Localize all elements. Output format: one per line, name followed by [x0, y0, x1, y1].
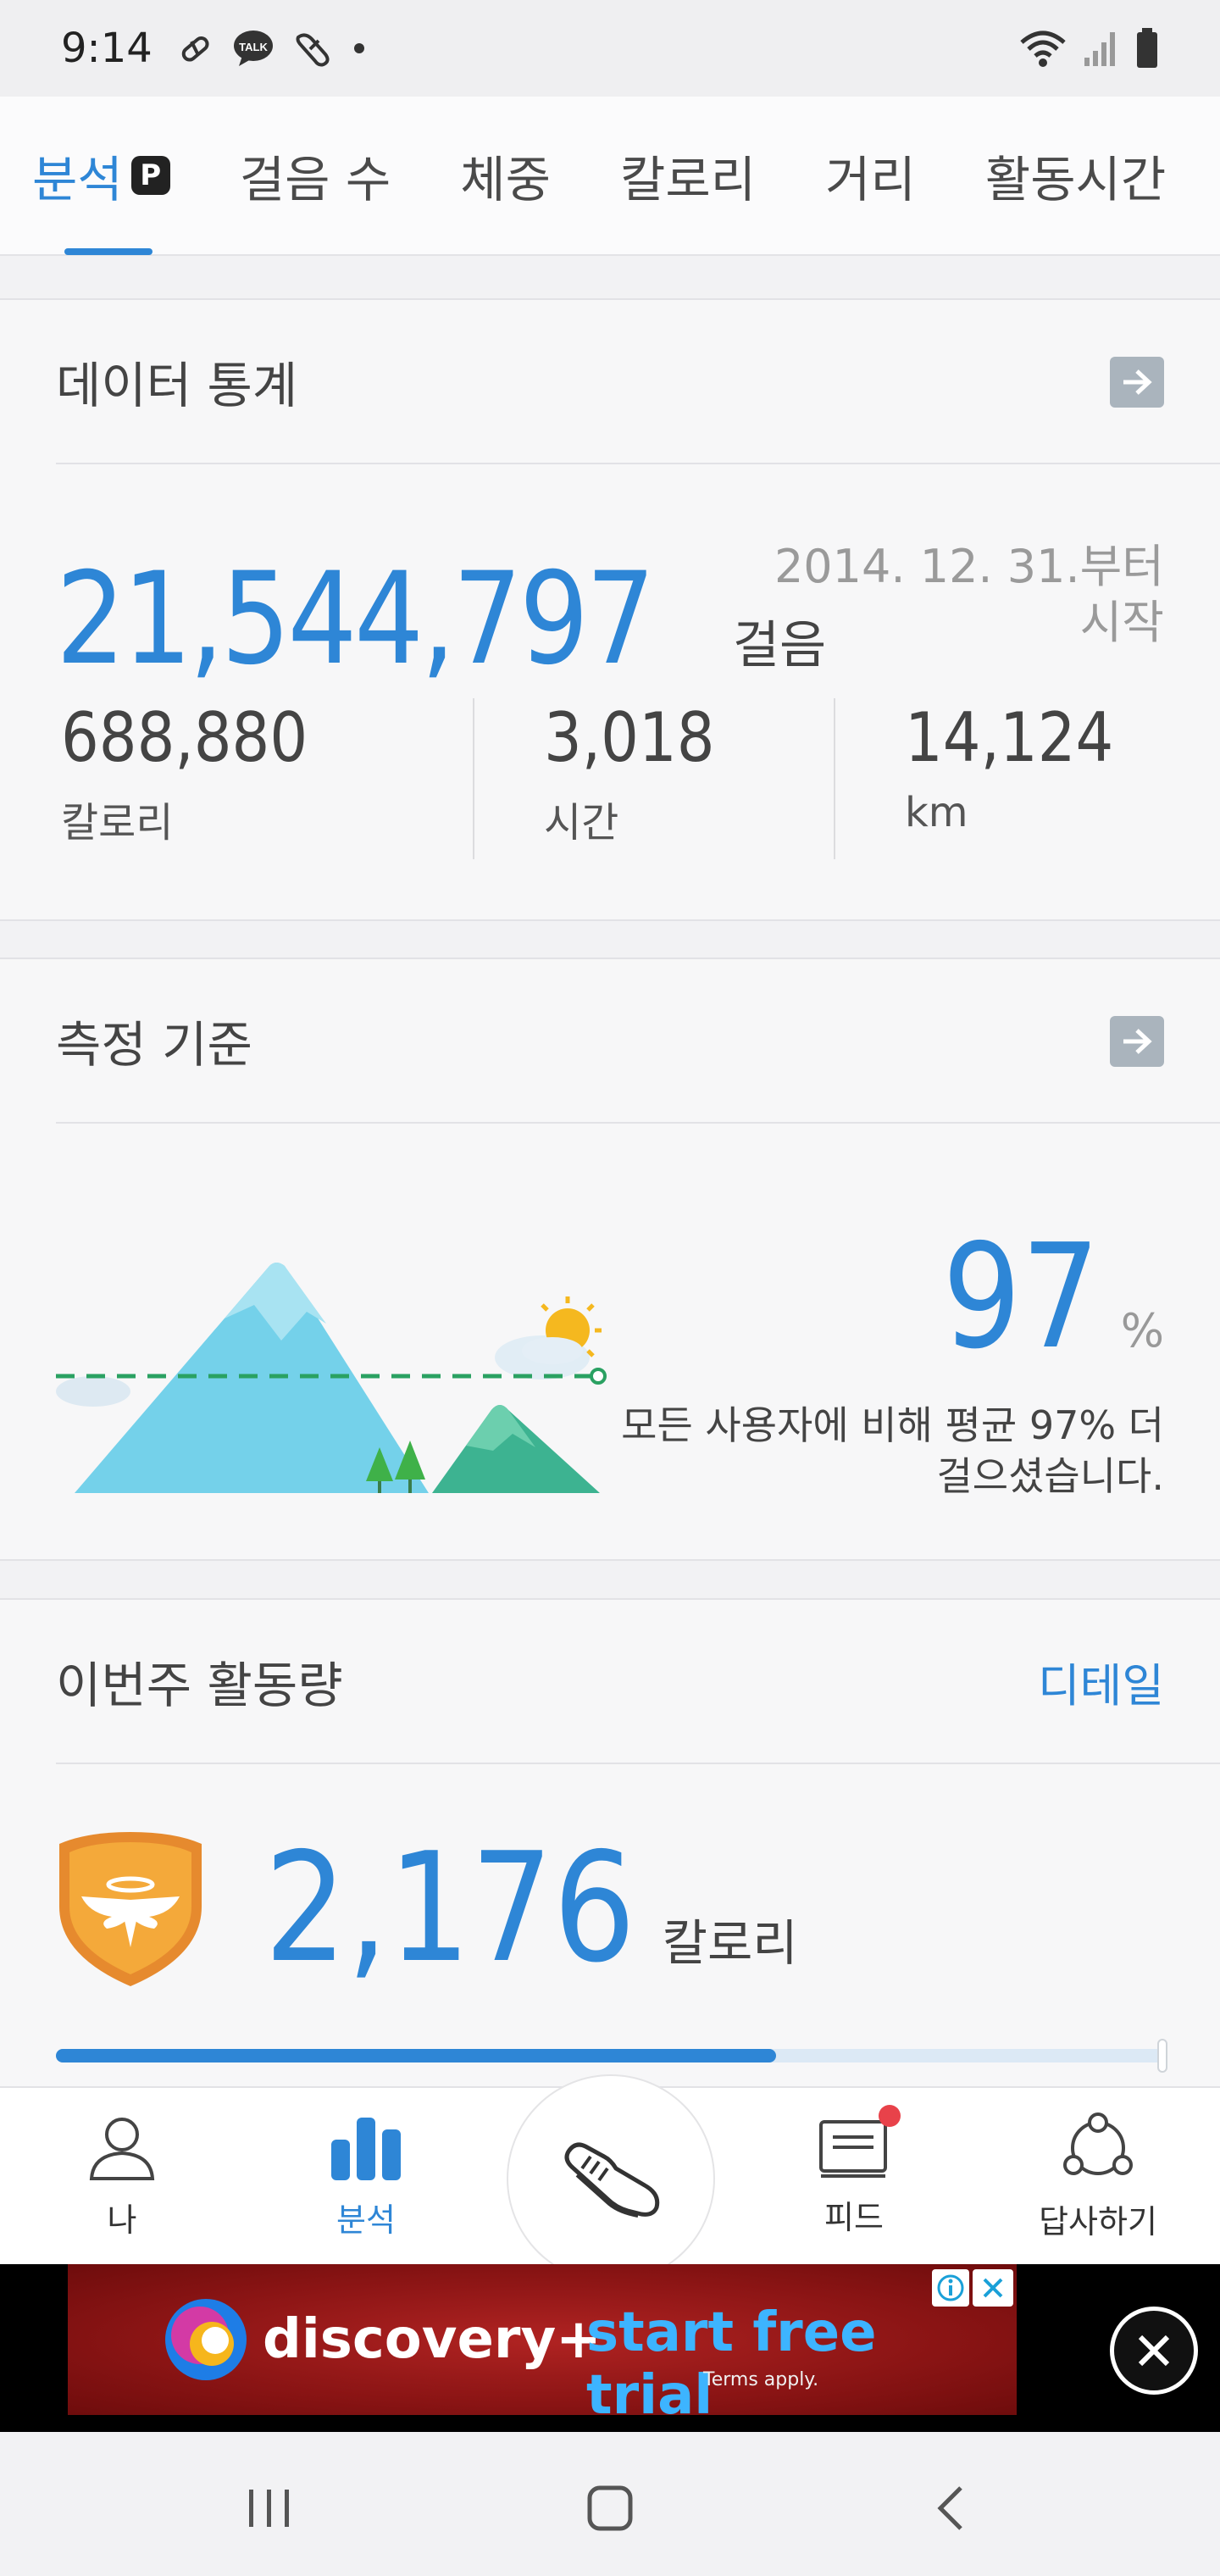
- metric-label: km: [905, 789, 968, 836]
- nav-label: 분석: [336, 2201, 396, 2239]
- ad-terms: Terms apply.: [703, 2369, 819, 2390]
- card-title: 이번주 활동량: [56, 1657, 343, 1714]
- weekly-calories-row: 2,176 칼로리: [264, 1820, 798, 1996]
- system-navigation: [0, 2432, 1220, 2576]
- person-icon: [86, 2114, 158, 2185]
- share-icon: [1060, 2112, 1136, 2187]
- percentile-description: 모든 사용자에 비해 평균 97% 더 걸으셨습니다.: [621, 1400, 1164, 1502]
- nav-explore[interactable]: 답사하기: [996, 2088, 1200, 2266]
- bar-chart-icon: [328, 2114, 404, 2185]
- progress-end-marker: [1157, 2039, 1167, 2073]
- svg-text:TALK: TALK: [239, 41, 268, 53]
- tab-label: 분석: [32, 151, 123, 208]
- tab-steps[interactable]: 걸음 수: [240, 96, 391, 255]
- ad-banner[interactable]: discovery+ start free trial Terms apply.: [68, 2264, 1017, 2415]
- percentile-value: 97: [942, 1213, 1101, 1381]
- tab-label: 체중: [460, 151, 551, 208]
- nav-label: 답사하기: [1039, 2202, 1157, 2240]
- close-ad-icon[interactable]: [1110, 2307, 1198, 2395]
- ad-dismiss-icon[interactable]: [973, 2269, 1013, 2307]
- card-header: 이번주 활동량 디테일: [56, 1600, 1220, 1764]
- nav-feed[interactable]: 피드: [752, 2088, 956, 2266]
- weekly-activity-card: 이번주 활동량 디테일 2,176 칼로리: [0, 1598, 1220, 2124]
- tab-calories[interactable]: 칼로리: [620, 96, 756, 255]
- premium-badge-icon: P: [130, 156, 170, 195]
- dot-icon: [352, 42, 366, 55]
- tab-label: 칼로리: [620, 151, 757, 208]
- status-notification-icons: TALK: [176, 29, 366, 68]
- nav-label: 피드: [824, 2198, 884, 2236]
- shoe-icon: [557, 2135, 665, 2223]
- since-line-1: 2014. 12. 31.부터: [774, 540, 1164, 593]
- arrow-right-icon[interactable]: [1110, 1016, 1164, 1067]
- tab-label: 활동시간: [984, 151, 1167, 208]
- percentile-unit: %: [1120, 1304, 1164, 1357]
- weekly-calories-value: 2,176: [264, 1820, 636, 1996]
- tab-active-time[interactable]: 활동시간: [985, 96, 1166, 255]
- ad-brand: discovery+: [263, 2308, 602, 2371]
- active-tab-indicator: [64, 248, 152, 255]
- metric-value: 688,880: [61, 698, 308, 777]
- status-bar: 9:14 TALK: [0, 0, 1220, 97]
- metric-value: 3,018: [544, 698, 715, 777]
- recent-apps-icon[interactable]: [219, 2466, 320, 2551]
- metric-value: 14,124: [905, 698, 1114, 777]
- progress-fill: [56, 2049, 777, 2062]
- tab-label: 걸음 수: [239, 151, 391, 208]
- nav-analysis[interactable]: 분석: [264, 2088, 468, 2266]
- total-steps-value: 21,544,797: [56, 546, 656, 693]
- divider: [834, 698, 835, 859]
- tab-label: 거리: [825, 151, 916, 208]
- status-system-icons: [1018, 28, 1159, 69]
- home-icon[interactable]: [559, 2466, 661, 2551]
- battery-icon: [1135, 28, 1159, 69]
- desc-line-2: 걸으셨습니다.: [936, 1453, 1164, 1499]
- arrow-right-icon[interactable]: [1110, 357, 1164, 408]
- angel-shield-icon: [56, 1829, 205, 1993]
- desc-line-1: 모든 사용자에 비해 평균 97% 더: [621, 1402, 1164, 1448]
- percentile-row: 97 %: [917, 1213, 1164, 1381]
- detail-link[interactable]: 디테일: [1038, 1648, 1164, 1715]
- metric-label: 시간: [544, 799, 619, 847]
- weekly-progress-bar: [56, 2039, 1167, 2073]
- ad-cta[interactable]: start free trial: [586, 2301, 1017, 2415]
- card-header: 데이터 통계: [56, 300, 1220, 464]
- total-steps-row: 21,544,797 걸음: [56, 546, 826, 693]
- metric-hours: 3,018 시간: [544, 698, 738, 848]
- back-icon[interactable]: [900, 2466, 1001, 2551]
- discovery-logo-icon: [159, 2293, 252, 2390]
- divider: [473, 698, 474, 859]
- metric-distance: 14,124 km: [905, 698, 1142, 836]
- health-icon: [293, 29, 334, 68]
- status-time: 9:14: [61, 25, 152, 72]
- notification-dot: [879, 2104, 901, 2127]
- ad-info-icon[interactable]: [932, 2269, 969, 2307]
- metric-calories: 688,880 칼로리: [61, 698, 341, 848]
- weekly-calories-unit: 칼로리: [662, 1914, 798, 1972]
- talk-icon: TALK: [232, 29, 274, 68]
- app-screen: 9:14 TALK 분석 P 걸음 수 체중 칼로리 거리 활동시간 데이터 통…: [0, 0, 1220, 2576]
- since-line-2: 시작: [1079, 596, 1164, 649]
- pill-icon: [176, 30, 214, 67]
- signal-icon: [1083, 29, 1120, 68]
- nav-label: 나: [107, 2201, 137, 2239]
- tab-distance[interactable]: 거리: [825, 96, 916, 255]
- card-title: 측정 기준: [56, 1016, 252, 1074]
- data-stats-card: 데이터 통계 21,544,797 걸음 2014. 12. 31.부터 시작 …: [0, 298, 1220, 921]
- metrics-row: 688,880 칼로리 3,018 시간 14,124 km: [0, 698, 1220, 868]
- wifi-icon: [1018, 29, 1068, 68]
- mountain-illustration: [51, 1154, 627, 1496]
- ad-bar: discovery+ start free trial Terms apply.: [0, 2264, 1220, 2432]
- measure-card: 측정 기준 97 % 모든 사용자에 비해 평균 97% 더 걸으셨습니다.: [0, 958, 1220, 1561]
- nav-me[interactable]: 나: [20, 2088, 224, 2266]
- since-date: 2014. 12. 31.부터 시작: [774, 539, 1164, 651]
- metric-label: 칼로리: [61, 799, 174, 847]
- feed-icon: [818, 2104, 901, 2183]
- card-title: 데이터 통계: [56, 357, 298, 414]
- tab-weight[interactable]: 체중: [460, 96, 551, 255]
- card-header: 측정 기준: [56, 959, 1220, 1124]
- category-tabs: 분석 P 걸음 수 체중 칼로리 거리 활동시간: [0, 97, 1220, 256]
- tab-analysis[interactable]: 분석 P: [32, 96, 170, 255]
- walk-start-button[interactable]: [507, 2074, 715, 2283]
